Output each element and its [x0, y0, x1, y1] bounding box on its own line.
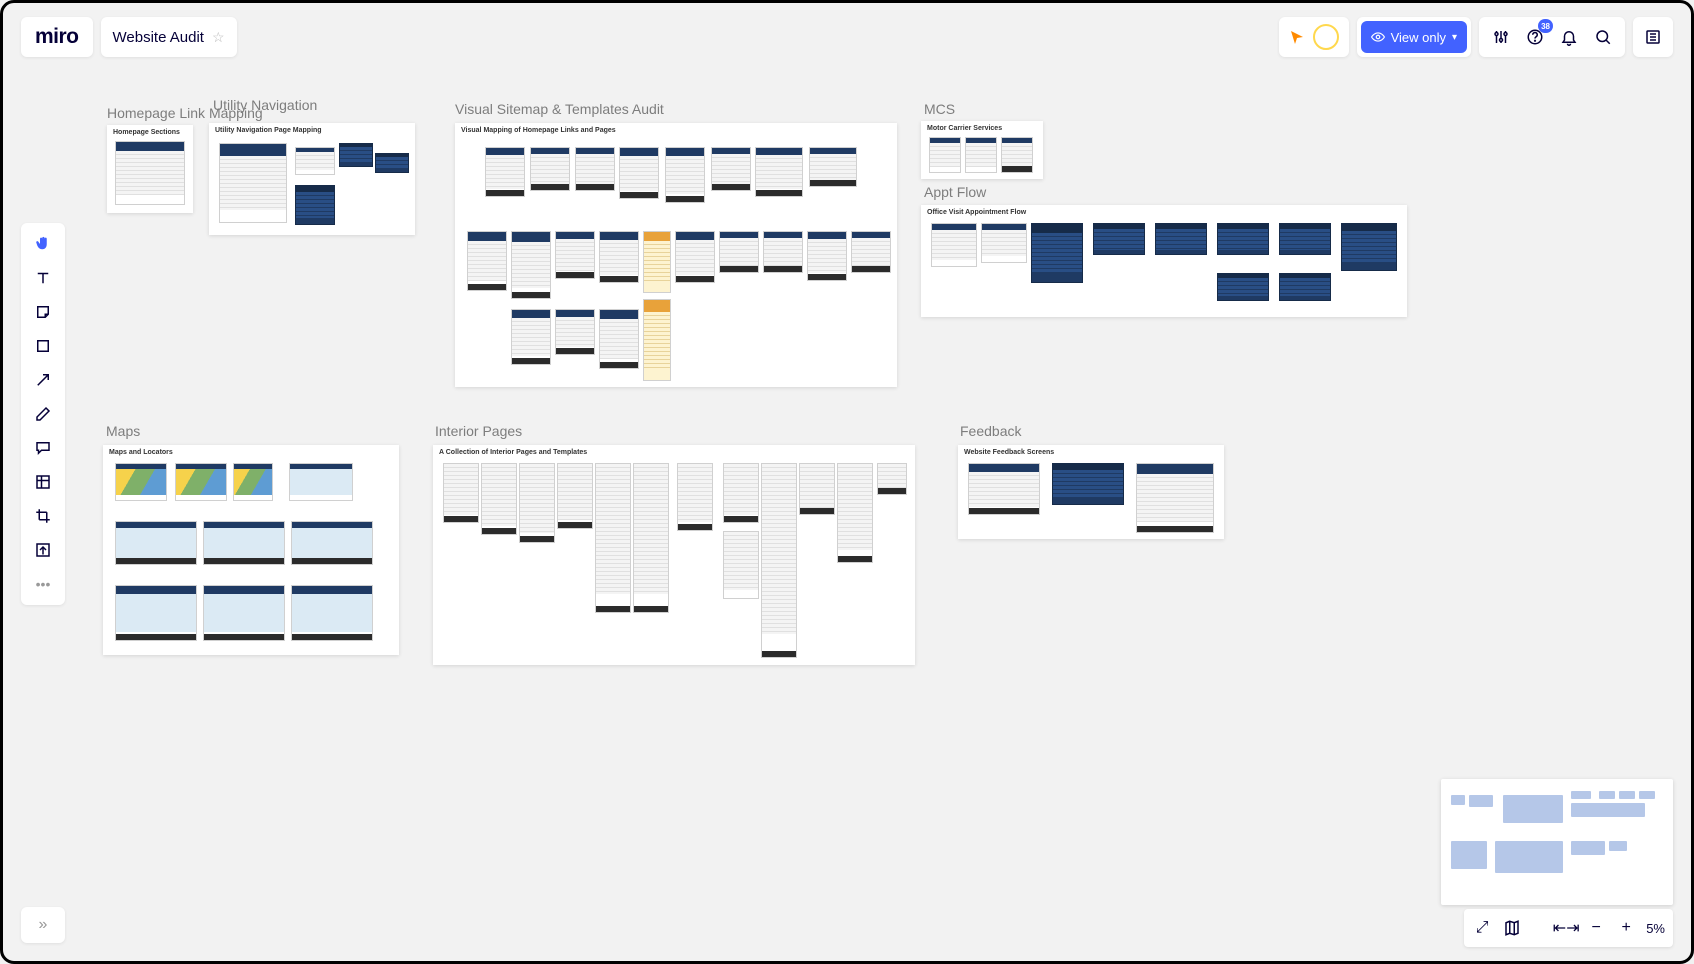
zoom-out-button[interactable]: − — [1586, 919, 1606, 937]
frame-homepage[interactable]: Homepage Sections — [107, 125, 193, 213]
frame-mcs[interactable]: Motor Carrier Services — [921, 121, 1043, 179]
frame-utility[interactable]: Utility Navigation Page Mapping — [209, 123, 415, 235]
fullscreen-icon[interactable]: ⤢ — [1472, 919, 1492, 937]
minimap-toggle-icon[interactable] — [1502, 919, 1522, 937]
zoom-level[interactable]: 5% — [1646, 921, 1665, 936]
view-only-button[interactable]: View only ▾ — [1361, 21, 1467, 53]
help-icon[interactable]: 38 — [1519, 21, 1551, 53]
frame-title-appt[interactable]: Appt Flow — [924, 184, 986, 200]
shape-tool[interactable] — [25, 331, 61, 361]
sticky-note-tool[interactable] — [25, 297, 61, 327]
upload-tool[interactable] — [25, 535, 61, 565]
bell-icon[interactable] — [1553, 21, 1585, 53]
favorite-star-icon[interactable]: ☆ — [212, 29, 225, 46]
cursor-icon[interactable] — [1289, 29, 1305, 45]
more-tools[interactable]: ••• — [25, 569, 61, 599]
fit-width-icon[interactable]: ⇤⇥ — [1556, 918, 1576, 938]
frame-sitemap[interactable]: Visual Mapping of Homepage Links and Pag… — [455, 123, 897, 387]
view-only-label: View only — [1391, 30, 1446, 45]
zoom-controls: ⤢ ⇤⇥ − + 5% — [1464, 909, 1673, 947]
frame-title-maps[interactable]: Maps — [106, 423, 140, 439]
arrow-tool[interactable] — [25, 365, 61, 395]
app-logo[interactable]: miro — [21, 17, 93, 57]
comment-tool[interactable] — [25, 433, 61, 463]
collaborators-pill — [1279, 17, 1349, 57]
zoom-in-button[interactable]: + — [1616, 919, 1636, 937]
frame-title-utility[interactable]: Utility Navigation — [213, 97, 317, 113]
chevron-down-icon: ▾ — [1452, 32, 1457, 43]
minimap[interactable] — [1441, 779, 1673, 905]
board-title-pill[interactable]: Website Audit ☆ — [101, 17, 237, 57]
board-canvas[interactable]: Homepage Link Mapping Homepage Sections … — [3, 3, 1691, 961]
frame-title-sitemap[interactable]: Visual Sitemap & Templates Audit — [455, 101, 664, 117]
expand-sidebar-button[interactable]: » — [21, 907, 65, 943]
settings-icon[interactable] — [1485, 21, 1517, 53]
text-tool[interactable] — [25, 263, 61, 293]
hide-panels-button[interactable] — [1633, 17, 1673, 57]
search-icon[interactable] — [1587, 21, 1619, 53]
hand-tool[interactable] — [25, 229, 61, 259]
frame-feedback[interactable]: Website Feedback Screens — [958, 445, 1224, 539]
frame-appt[interactable]: Office Visit Appointment Flow — [921, 205, 1407, 317]
notifications-badge: 38 — [1538, 19, 1553, 33]
board-title: Website Audit — [113, 29, 204, 46]
top-controls: 38 — [1479, 17, 1625, 57]
toolbar: ••• — [21, 223, 65, 605]
avatar[interactable] — [1313, 24, 1339, 50]
crop-tool[interactable] — [25, 501, 61, 531]
frame-title-feedback[interactable]: Feedback — [960, 423, 1021, 439]
view-mode-pill: View only ▾ — [1357, 17, 1471, 57]
frame-title-interior[interactable]: Interior Pages — [435, 423, 522, 439]
frame-maps[interactable]: Maps and Locators — [103, 445, 399, 655]
frame-interior[interactable]: A Collection of Interior Pages and Templ… — [433, 445, 915, 665]
frame-tool[interactable] — [25, 467, 61, 497]
frame-title-mcs[interactable]: MCS — [924, 101, 955, 117]
pen-tool[interactable] — [25, 399, 61, 429]
